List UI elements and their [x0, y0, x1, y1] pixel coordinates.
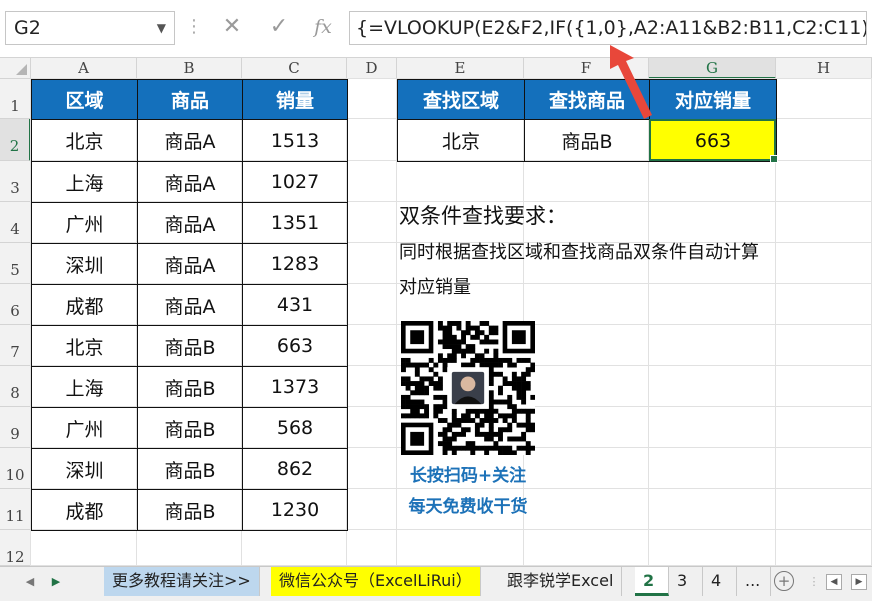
table-cell[interactable]: 商品B	[137, 407, 243, 449]
row-header-2[interactable]: 2	[0, 119, 31, 161]
sheet-tab-wechat[interactable]: 微信公众号（ExcelLiRui）	[271, 567, 481, 596]
lookup-header-cell[interactable]: 查找区域	[397, 79, 525, 120]
sheet-tab-more-tutorials[interactable]: 更多教程请关注>>	[104, 567, 260, 596]
column-header-a[interactable]: A	[31, 58, 137, 79]
table-cell[interactable]: 1283	[242, 243, 348, 285]
name-box-value: G2	[14, 17, 41, 39]
row-header-9[interactable]: 9	[0, 407, 31, 448]
hscroll-left-icon[interactable]: ◀	[826, 574, 842, 590]
table-cell[interactable]: 北京	[31, 119, 138, 162]
column-header-g[interactable]: G	[649, 58, 776, 79]
table-cell[interactable]: 上海	[31, 366, 138, 408]
row-header-3[interactable]: 3	[0, 161, 31, 202]
table-cell[interactable]: 广州	[31, 202, 138, 244]
table-cell[interactable]: 568	[242, 407, 348, 449]
table-cell[interactable]: 商品A	[137, 119, 243, 162]
table-cell[interactable]: 商品A	[137, 284, 243, 326]
table-cell[interactable]: 深圳	[31, 448, 138, 490]
table-cell[interactable]: 1351	[242, 202, 348, 244]
qr-code-image	[401, 321, 535, 455]
table-cell[interactable]: 商品A	[137, 243, 243, 285]
table-header-cell[interactable]: 销量	[242, 79, 348, 120]
row-header-6[interactable]: 6	[0, 284, 31, 325]
table-cell[interactable]: 商品B	[137, 366, 243, 408]
select-all-corner[interactable]	[0, 58, 31, 79]
row-header-8[interactable]: 8	[0, 366, 31, 407]
hscroll-right-icon[interactable]: ▶	[851, 574, 867, 590]
table-cell[interactable]: 商品B	[137, 325, 243, 367]
column-header-d[interactable]: D	[347, 58, 397, 79]
sheet-tab-bar: ◀ ▶ 更多教程请关注>> 微信公众号（ExcelLiRui） 跟李锐学Exce…	[0, 566, 872, 601]
table-cell[interactable]: 431	[242, 284, 348, 326]
row-header-1[interactable]: 1	[0, 79, 31, 119]
lookup-input-cell[interactable]: 北京	[397, 119, 525, 162]
table-header-cell[interactable]: 区域	[31, 79, 138, 120]
table-cell[interactable]: 663	[242, 325, 348, 367]
insert-function-icon[interactable]: fx	[307, 12, 339, 42]
result-cell[interactable]: 663	[649, 119, 777, 162]
sheet-tab-2[interactable]: 2	[635, 567, 669, 596]
chevron-down-icon[interactable]: ▼	[157, 12, 166, 44]
table-cell[interactable]: 商品A	[137, 202, 243, 244]
table-header-cell[interactable]: 商品	[137, 79, 243, 120]
formula-bar: G2 ▼ ⋮ ✕ ✓ fx {=VLOOKUP(E2&F2,IF({1,0},A…	[0, 0, 872, 58]
separator-icon: ⋮	[185, 16, 203, 37]
table-cell[interactable]: 广州	[31, 407, 138, 449]
row-header-11[interactable]: 11	[0, 489, 31, 530]
column-header-f[interactable]: F	[524, 58, 649, 79]
table-cell[interactable]: 深圳	[31, 243, 138, 285]
table-cell[interactable]: 1373	[242, 366, 348, 408]
notes-title: 双条件查找要求：	[399, 204, 567, 228]
lookup-header-cell[interactable]: 查找商品	[524, 79, 650, 120]
qr-caption-1: 长按扫码+关注	[409, 466, 527, 486]
column-header-b[interactable]: B	[137, 58, 242, 79]
column-header-c[interactable]: C	[242, 58, 347, 79]
row-header-12[interactable]: 12	[0, 530, 31, 566]
notes-line-2: 对应销量	[399, 277, 471, 298]
formula-input[interactable]: {=VLOOKUP(E2&F2,IF({1,0},A2:A11&B2:B11,C…	[349, 11, 867, 45]
cancel-icon[interactable]: ✕	[216, 12, 248, 42]
qr-caption-2: 每天免费收干货	[408, 497, 528, 517]
scroll-tabs-left-icon[interactable]: ◀	[22, 573, 38, 591]
table-cell[interactable]: 商品B	[137, 489, 243, 531]
table-cell[interactable]: 成都	[31, 284, 138, 326]
table-cell[interactable]: 上海	[31, 161, 138, 203]
table-cell[interactable]: 北京	[31, 325, 138, 367]
column-header-h[interactable]: H	[776, 58, 872, 79]
splitter-icon[interactable]: ⋮	[806, 573, 822, 591]
sheet-tab-4[interactable]: 4	[703, 567, 737, 596]
row-header-5[interactable]: 5	[0, 243, 31, 284]
table-cell[interactable]: 1027	[242, 161, 348, 203]
table-cell[interactable]: 成都	[31, 489, 138, 531]
sheet-tab-learn-excel[interactable]: 跟李锐学Excel	[499, 567, 623, 596]
lookup-input-cell[interactable]: 商品B	[524, 119, 650, 162]
row-header-7[interactable]: 7	[0, 325, 31, 366]
table-cell[interactable]: 1513	[242, 119, 348, 162]
column-header-e[interactable]: E	[397, 58, 524, 79]
lookup-header-cell[interactable]: 对应销量	[649, 79, 777, 120]
name-box[interactable]: G2 ▼	[5, 11, 175, 45]
sheet-tab-more[interactable]: ...	[737, 567, 771, 596]
enter-icon[interactable]: ✓	[263, 12, 295, 42]
sheet-tab-3[interactable]: 3	[669, 567, 703, 596]
row-header-4[interactable]: 4	[0, 202, 31, 243]
table-cell[interactable]: 1230	[242, 489, 348, 531]
table-cell[interactable]: 商品A	[137, 161, 243, 203]
table-cell[interactable]: 商品B	[137, 448, 243, 490]
row-header-10[interactable]: 10	[0, 448, 31, 489]
notes-line-1: 同时根据查找区域和查找商品双条件自动计算	[399, 242, 759, 263]
scroll-tabs-right-icon[interactable]: ▶	[48, 573, 64, 591]
add-sheet-icon[interactable]: +	[774, 571, 794, 591]
table-cell[interactable]: 862	[242, 448, 348, 490]
